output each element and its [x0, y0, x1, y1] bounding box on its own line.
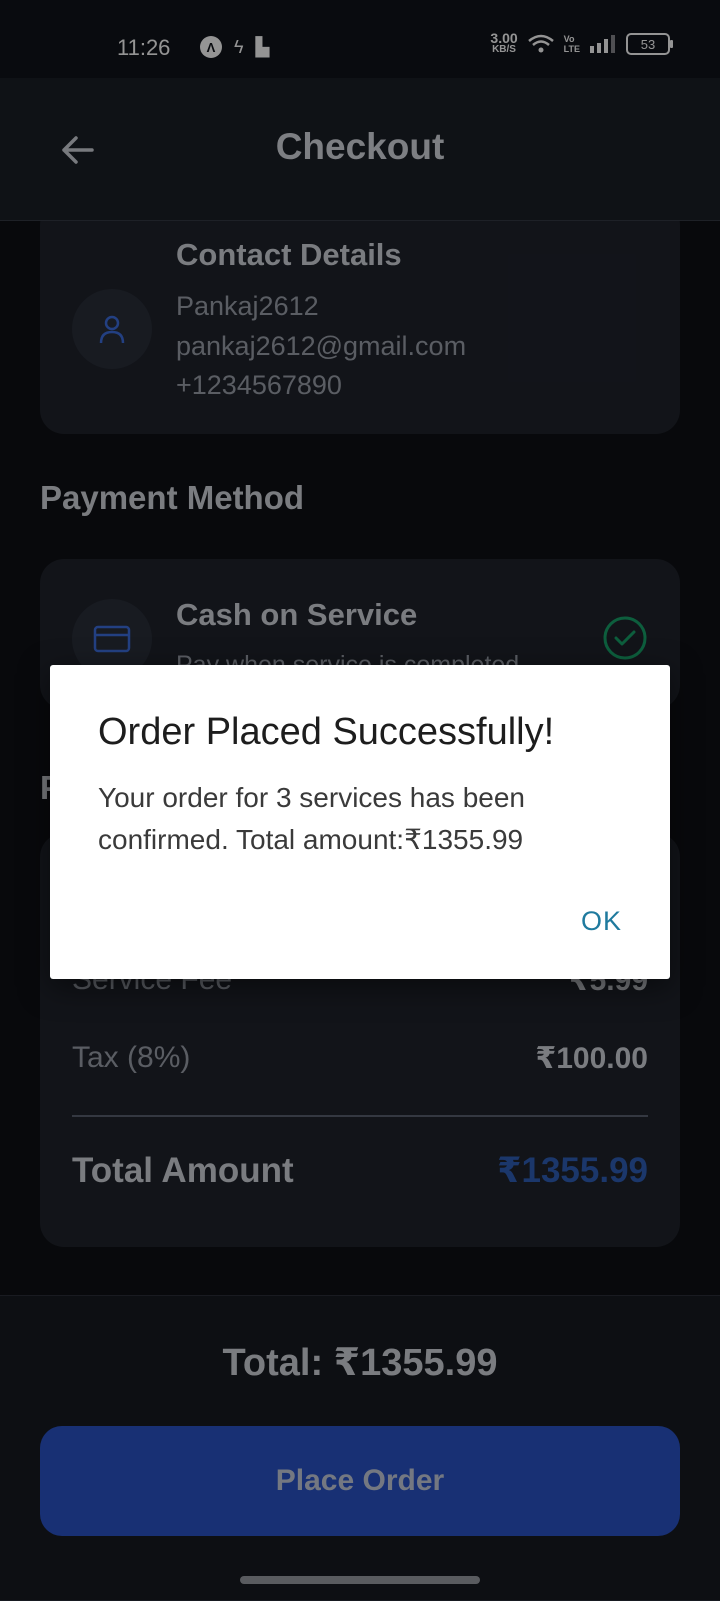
dialog-ok-button[interactable]: OK — [571, 900, 632, 943]
order-success-dialog: Order Placed Successfully! Your order fo… — [50, 665, 670, 979]
dialog-message: Your order for 3 services has been confi… — [98, 782, 525, 855]
dialog-title: Order Placed Successfully! — [98, 711, 555, 753]
